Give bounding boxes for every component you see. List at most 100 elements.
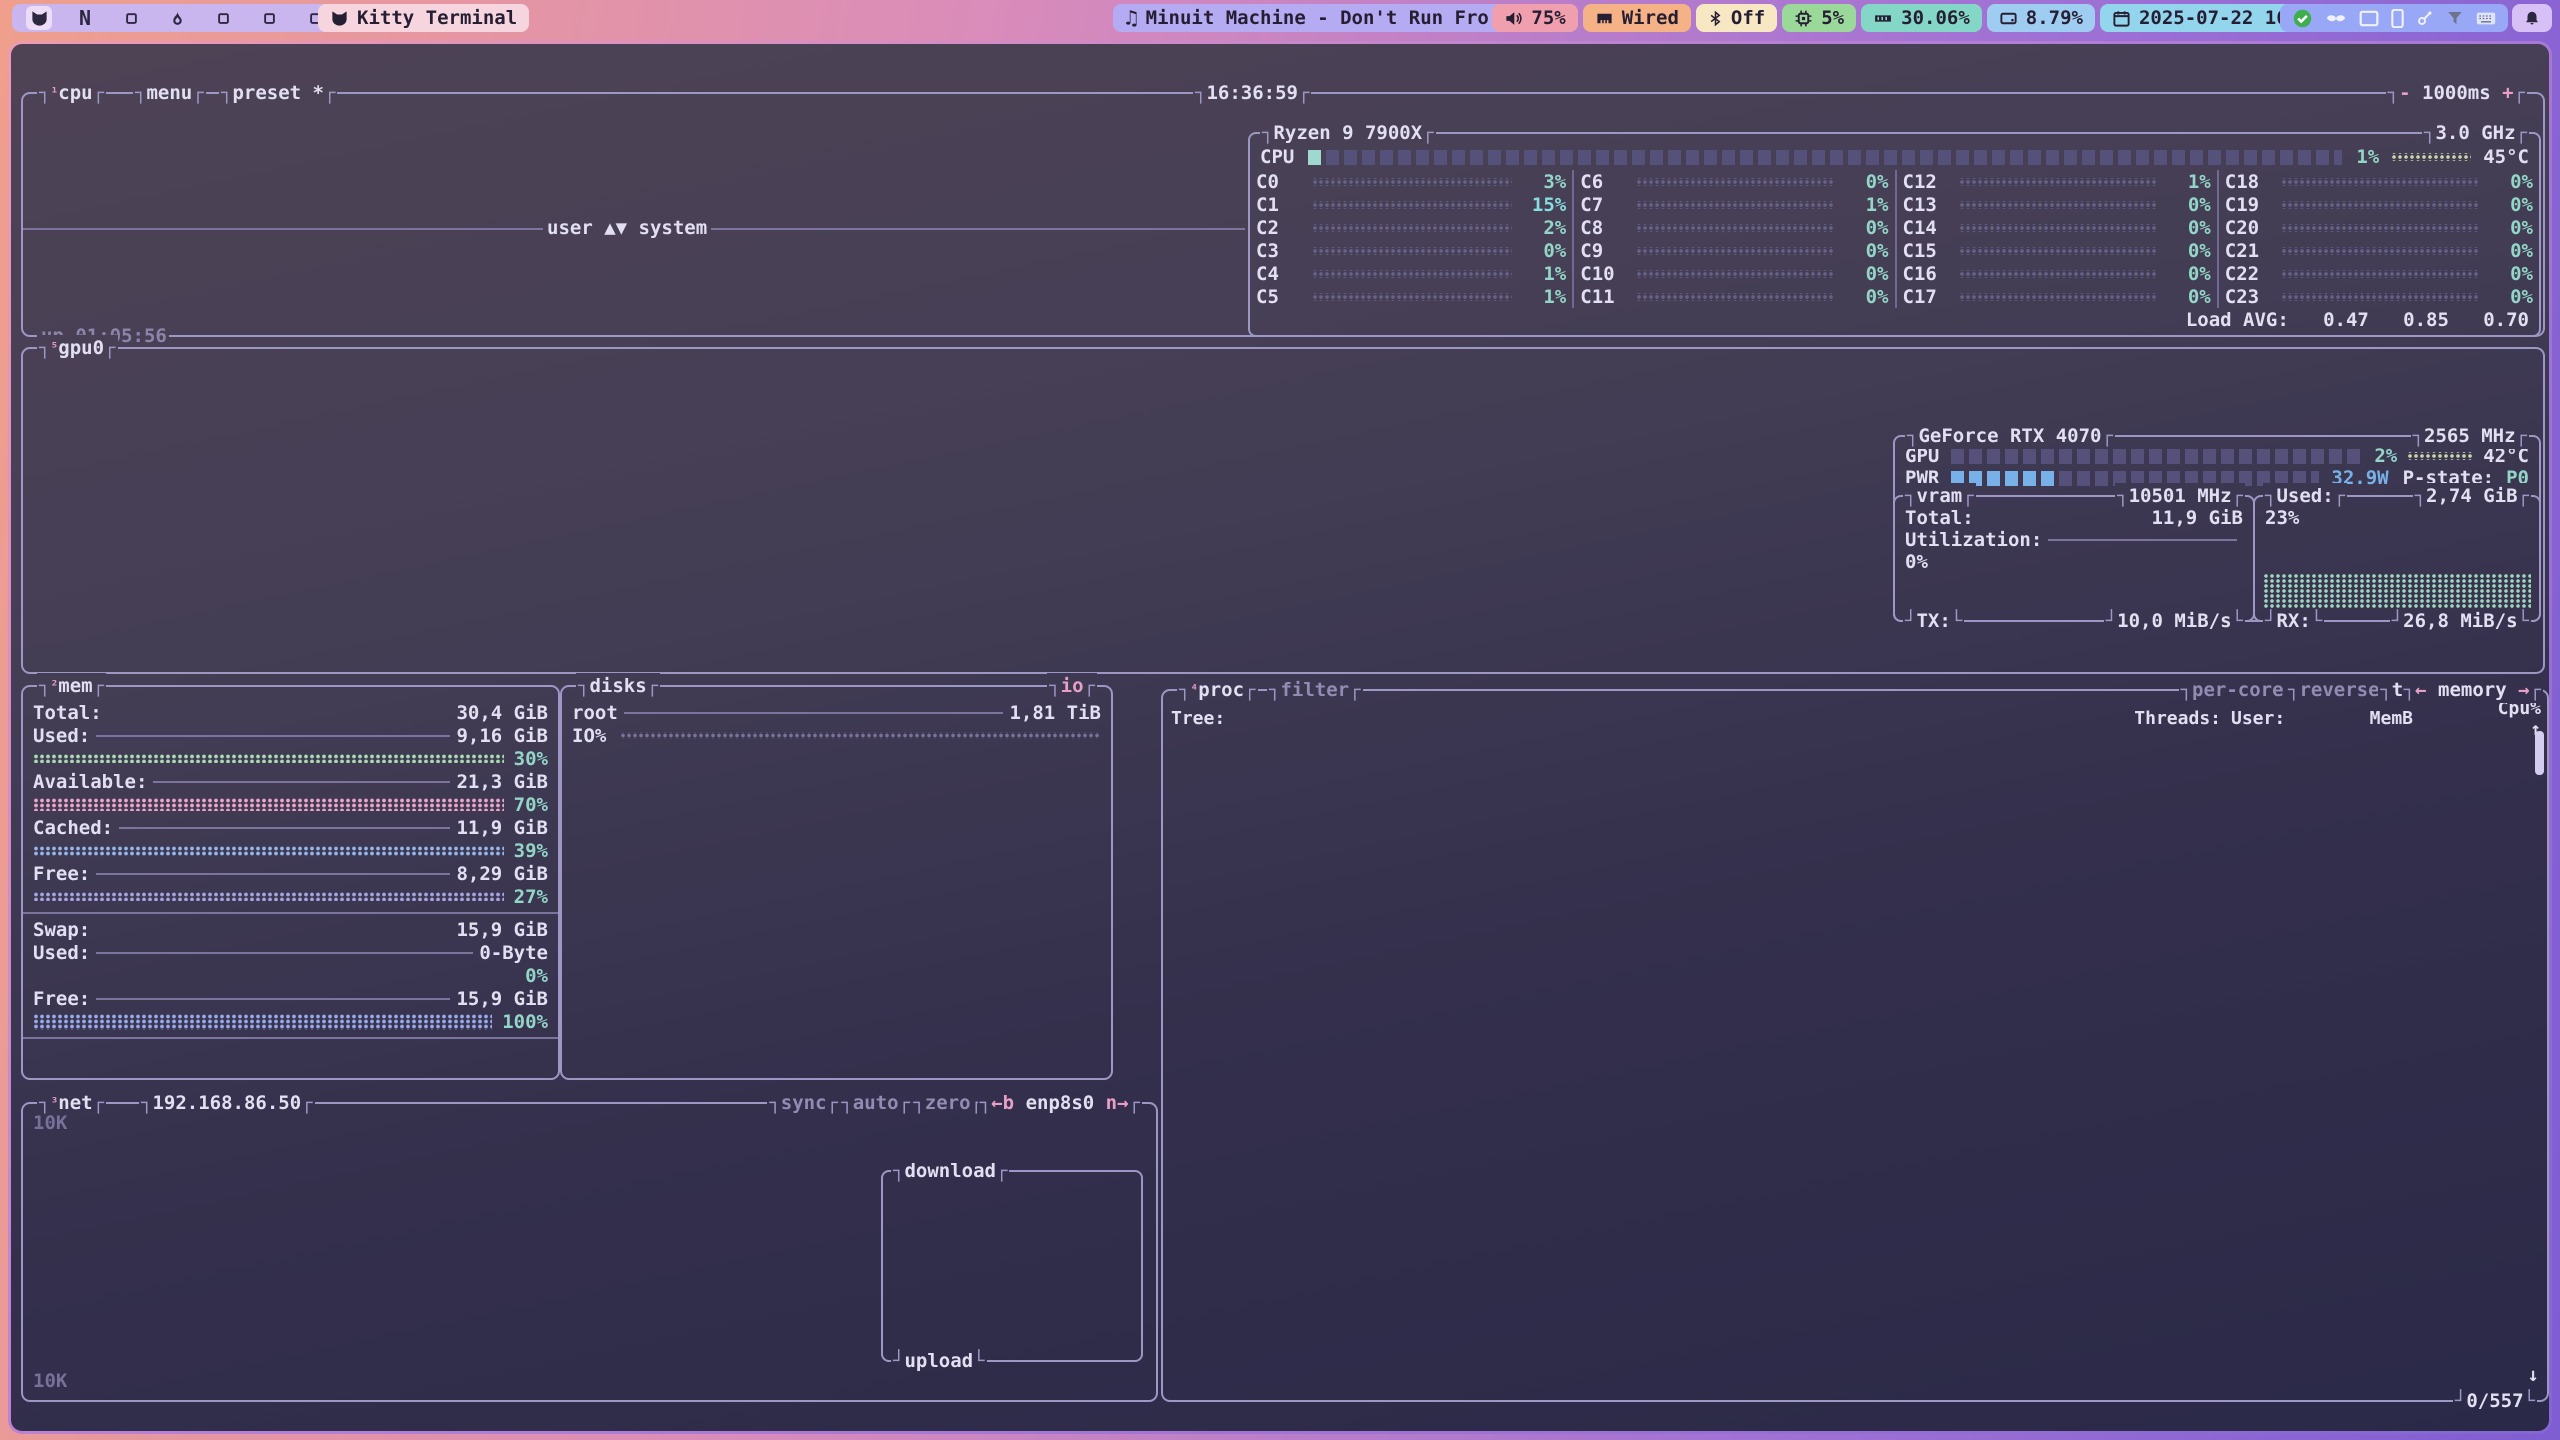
- gpu-usage-bar: [1951, 449, 2362, 464]
- module-cpu-value: 5%: [1821, 7, 1844, 29]
- disks-io-tab[interactable]: ┐io┌: [1047, 673, 1097, 699]
- gpu-frequency: ┐2565 MHz┌: [2411, 423, 2529, 449]
- mem-row: Free:15,9 GiB: [23, 987, 558, 1010]
- cpu-temperature: 45°C: [2483, 146, 2529, 168]
- mem-row: 100%: [23, 1010, 558, 1033]
- vram-util-label: Utilization:: [1905, 529, 2042, 551]
- keyboard-icon[interactable]: [2476, 11, 2496, 26]
- key-icon[interactable]: [2416, 9, 2434, 27]
- vram-used: ┐2,74 GiB┌: [2413, 483, 2531, 509]
- module-cpu[interactable]: 5%: [1782, 4, 1856, 32]
- gpu-tx-rate: ┘10,0 MiB/s└: [2104, 608, 2245, 634]
- music-note-icon: ♫: [1125, 6, 1138, 30]
- process-table-header: Tree: Threads: User: MemB Cpu% ↑: [1163, 707, 2547, 730]
- scroll-down-arrow[interactable]: ↓: [2528, 1364, 2539, 1386]
- cpu-total-label: CPU: [1260, 146, 1294, 168]
- module-bluetooth[interactable]: Off: [1696, 4, 1777, 32]
- ram-icon: [1873, 9, 1893, 28]
- moustache-icon[interactable]: [2325, 11, 2347, 25]
- col-threads[interactable]: Threads:: [2127, 708, 2221, 729]
- window-icon[interactable]: [2359, 10, 2379, 27]
- memory-panel-tab[interactable]: ┐²mem┌: [37, 673, 106, 699]
- vram-used-percent: 23%: [2265, 507, 2299, 529]
- workspace-2-neovim-icon[interactable]: N: [72, 6, 98, 30]
- workspace-1-cat-icon[interactable]: [26, 6, 52, 30]
- cpu-info-box: ┐Ryzen 9 7900X┌ ┐3.0 GHz┌ CPU 1% 45°C C0…: [1248, 132, 2541, 337]
- vram-total-label: Total:: [1905, 507, 1974, 529]
- module-memory[interactable]: 30.06%: [1861, 4, 1982, 32]
- calendar-icon: [2112, 9, 2131, 28]
- vram-utilization-graph: [1899, 558, 2249, 610]
- core-c0: C03%: [1256, 170, 1566, 193]
- module-bluetooth-value: Off: [1731, 7, 1765, 29]
- funnel-icon[interactable]: [2446, 9, 2464, 27]
- mem-row: Swap:15,9 GiB: [23, 918, 558, 941]
- core-c7: C71%: [1580, 193, 1888, 216]
- vram-used-graph: [2263, 574, 2531, 608]
- gpu-rx-label: ┘RX:└: [2263, 608, 2324, 634]
- bluetooth-icon: [1708, 9, 1723, 28]
- cpu-usage-percent: 1%: [2356, 146, 2379, 168]
- memory-stats: Total:30,4 GiBUsed:9,16 GiB30%Available:…: [23, 687, 558, 1039]
- core-c5: C51%: [1256, 285, 1566, 308]
- vram-used-label: ┐Used:┌: [2263, 483, 2347, 509]
- mem-row: 0%: [23, 964, 558, 987]
- gpu-usage-percent: 2%: [2374, 445, 2397, 467]
- per-core-toggle[interactable]: ┐per-core┌: [2179, 677, 2297, 703]
- core-c12: C121%: [1903, 170, 2211, 193]
- vram-frequency: ┐10501 MHz┌: [2115, 483, 2245, 509]
- process-scrollbar[interactable]: [2535, 731, 2544, 775]
- gpu-model: ┐GeForce RTX 4070┌: [1905, 423, 2115, 449]
- load-avg-label: Load AVG:: [2186, 309, 2289, 331]
- core-c8: C80%: [1580, 216, 1888, 239]
- cat-icon: [330, 9, 349, 28]
- window-title-pill[interactable]: Kitty Terminal: [318, 4, 529, 32]
- disks-panel: ┐disks┌ ┐io┌ root1,81 TiBIO%: [560, 685, 1113, 1080]
- col-cpu[interactable]: Cpu% ↑: [2483, 698, 2541, 740]
- core-c19: C190%: [2225, 193, 2533, 216]
- process-filter-button[interactable]: ┐filter┌: [1267, 677, 1363, 703]
- vram-title: ┐vram┌: [1903, 483, 1976, 509]
- process-count: ┘0/557└: [2453, 1388, 2537, 1414]
- mem-row: Used:9,16 GiB: [23, 724, 558, 747]
- check-icon[interactable]: [2292, 8, 2313, 29]
- cpu-usage-bar: [1308, 150, 2342, 165]
- phone-icon[interactable]: [2391, 9, 2404, 28]
- module-network-value: Wired: [1622, 7, 1679, 29]
- col-tree[interactable]: Tree:: [1171, 708, 2127, 729]
- core-c14: C140%: [1903, 216, 2211, 239]
- load-avg: 0.47 0.85 0.70: [2323, 309, 2529, 331]
- workspace-6-square-icon[interactable]: [256, 6, 282, 30]
- core-c23: C230%: [2225, 285, 2533, 308]
- module-volume[interactable]: 75%: [1492, 4, 1577, 32]
- gpu-rx-rate: ┘26,8 MiB/s└: [2390, 608, 2531, 634]
- module-disk[interactable]: 8.79%: [1987, 4, 2095, 32]
- module-volume-value: 75%: [1531, 7, 1565, 29]
- workspace-5-square-icon[interactable]: [210, 6, 236, 30]
- reverse-toggle[interactable]: ┐reverse┌: [2286, 677, 2393, 703]
- bell-icon: [2523, 9, 2541, 28]
- memory-panel: ┐²mem┌ Total:30,4 GiBUsed:9,16 GiB30%Ava…: [21, 685, 560, 1080]
- workspace-4-flame-icon[interactable]: [164, 6, 190, 30]
- col-memb[interactable]: MemB: [2347, 708, 2413, 729]
- load-avg-values: [2289, 309, 2323, 331]
- ethernet-icon: [1595, 9, 1614, 28]
- core-c15: C150%: [1903, 239, 2211, 262]
- gpu-vram-box: ┐vram┌ ┐10501 MHz┌ Total: 11,9 GiB Utili…: [1893, 495, 2255, 622]
- core-c22: C220%: [2225, 262, 2533, 285]
- process-panel-tab[interactable]: ┐⁴proc┌: [1177, 677, 1258, 703]
- download-title: ┐download┌: [891, 1158, 1009, 1184]
- module-memory-value: 30.06%: [1901, 7, 1970, 29]
- mem-row: Cached:11,9 GiB: [23, 816, 558, 839]
- sort-column-switcher[interactable]: ┐← memory →┌: [2402, 677, 2543, 703]
- notifications-button[interactable]: [2512, 4, 2552, 32]
- col-user[interactable]: User:: [2221, 708, 2347, 729]
- core-c2: C22%: [1256, 216, 1566, 239]
- system-tray[interactable]: [2280, 4, 2508, 32]
- module-network[interactable]: Wired: [1583, 4, 1691, 32]
- workspace-3-square-icon[interactable]: [118, 6, 144, 30]
- media-player[interactable]: ♫ Minuit Machine - Don't Run Fro...: [1113, 4, 1535, 32]
- disks-panel-tab[interactable]: ┐disks┌: [576, 673, 660, 699]
- status-bar: N Kitty Terminal ♫ Minuit Machine - Don'…: [0, 0, 2560, 36]
- gpu-tx-label: ┘TX:└: [1903, 608, 1964, 634]
